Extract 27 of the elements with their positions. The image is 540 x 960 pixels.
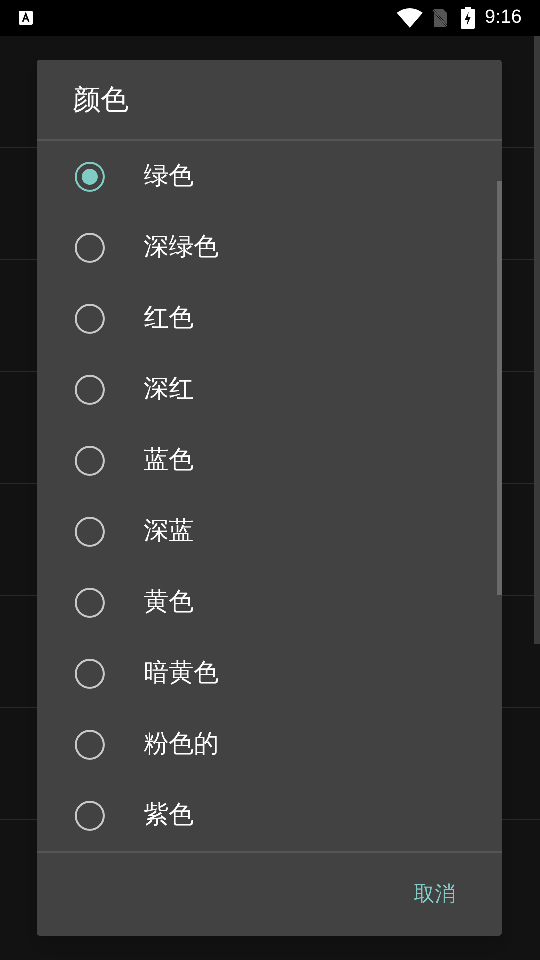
color-option[interactable]: 暗黄色	[37, 638, 502, 710]
radio-button[interactable]	[75, 588, 105, 618]
color-option[interactable]: 红色	[37, 283, 502, 355]
color-option[interactable]: 深蓝	[37, 496, 502, 568]
radio-button[interactable]	[75, 233, 105, 263]
radio-button[interactable]	[75, 375, 105, 405]
color-option[interactable]: 蓝色	[37, 425, 502, 497]
status-time: 9:16	[485, 6, 522, 30]
radio-button[interactable]	[75, 801, 105, 831]
radio-button[interactable]	[75, 446, 105, 476]
cancel-button[interactable]: 取消	[398, 870, 472, 918]
color-option[interactable]: 紫色	[37, 780, 502, 851]
color-option[interactable]: 黄色	[37, 567, 502, 639]
battery-charging-icon	[461, 7, 476, 29]
keyboard-icon	[18, 10, 34, 26]
color-option[interactable]: 深绿色	[37, 212, 502, 284]
radio-button[interactable]	[75, 304, 105, 334]
radio-button[interactable]	[75, 162, 105, 192]
dialog-title: 颜色	[73, 82, 129, 116]
no-sim-icon	[431, 8, 450, 28]
radio-button[interactable]	[75, 659, 105, 689]
wifi-icon	[397, 8, 424, 28]
radio-button[interactable]	[75, 517, 105, 547]
radio-button[interactable]	[75, 730, 105, 760]
color-option[interactable]: 深红	[37, 354, 502, 426]
color-option[interactable]: 粉色的	[37, 709, 502, 781]
color-option[interactable]: 绿色	[37, 141, 502, 213]
